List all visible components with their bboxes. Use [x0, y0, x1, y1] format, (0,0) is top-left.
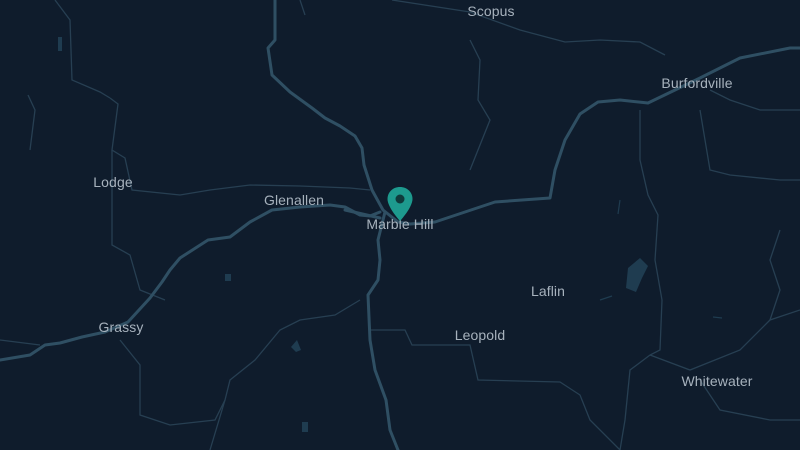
place-label-glenallen: Glenallen — [263, 192, 325, 208]
place-label-burfordville: Burfordville — [661, 75, 733, 91]
road-line — [0, 203, 382, 362]
map-canvas[interactable]: Scopus Burfordville Lodge Glenallen Marb… — [0, 0, 800, 450]
place-label-laflin: Laflin — [530, 283, 566, 299]
road-line — [266, 0, 800, 226]
place-label-scopus: Scopus — [467, 3, 515, 19]
place-label-grassy: Grassy — [98, 319, 144, 335]
map-pin-marker[interactable] — [386, 186, 414, 222]
place-label-whitewater: Whitewater — [681, 373, 753, 389]
place-label-lodge: Lodge — [93, 174, 133, 190]
map-pin-icon — [387, 187, 413, 221]
place-label-leopold: Leopold — [454, 327, 506, 343]
road-line — [366, 210, 400, 450]
